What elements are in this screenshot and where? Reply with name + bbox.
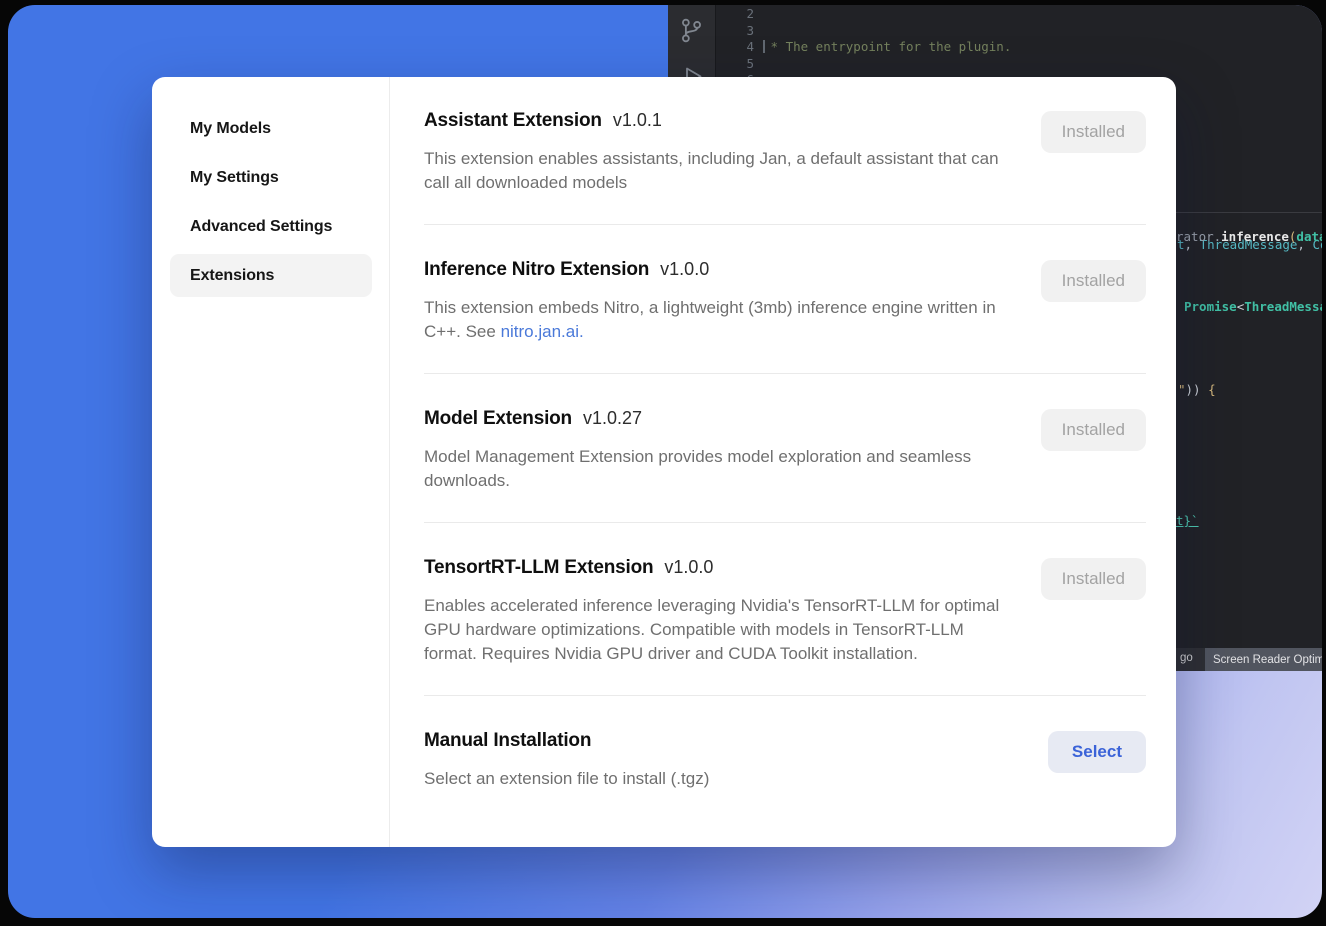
status-bar-text: go [1180,652,1193,664]
code-line-2: * The entrypoint for the plugin. [763,39,1322,56]
extension-version: v1.0.0 [660,259,709,280]
extension-version: v1.0.0 [664,557,713,578]
extension-title: Model Extension [424,408,572,430]
extension-description: Enables accelerated inference leveraging… [424,594,1009,666]
source-control-icon[interactable] [678,17,705,44]
installed-button[interactable]: Installed [1041,558,1146,600]
select-button[interactable]: Select [1048,731,1146,773]
code-fragment-template: t}` [1176,513,1199,528]
sidebar-item-my-models[interactable]: My Models [170,107,372,150]
settings-sidebar: My Models My Settings Advanced Settings … [152,77,390,847]
extension-title: TensortRT-LLM Extension [424,557,653,579]
settings-modal: My Models My Settings Advanced Settings … [152,77,1176,847]
sidebar-item-advanced-settings[interactable]: Advanced Settings [170,205,372,248]
installed-button[interactable]: Installed [1041,409,1146,451]
editor-cursor [763,40,765,53]
code-fragment-brace: ")) { [1178,382,1216,397]
extension-row-inference-nitro: Inference Nitro Extension v1.0.0 This ex… [424,224,1146,373]
installed-button[interactable]: Installed [1041,111,1146,153]
extension-version: v1.0.27 [583,408,642,429]
extension-row-tensorrt-llm: TensortRT-LLM Extension v1.0.0 Enables a… [424,522,1146,695]
extension-row-assistant: Assistant Extension v1.0.1 This extensio… [424,77,1146,224]
extension-description: Model Management Extension provides mode… [424,445,1009,493]
extension-version: v1.0.1 [613,110,662,131]
extension-title: Assistant Extension [424,110,602,132]
app-window: 2 3 4 5 6 * The entrypoint for the plugi… [8,5,1322,918]
extension-description: This extension enables assistants, inclu… [424,147,1009,195]
installed-button[interactable]: Installed [1041,260,1146,302]
extension-title: Inference Nitro Extension [424,259,649,281]
extension-description: Select an extension file to install (.tg… [424,767,1009,791]
code-fragment-inference: rator.inference(data)); [1176,229,1322,244]
extension-row-manual-installation: Manual Installation Select an extension … [424,695,1146,820]
extension-title: Manual Installation [424,730,591,752]
nitro-jan-ai-link[interactable]: nitro.jan.ai. [501,322,584,341]
extension-row-model: Model Extension v1.0.27 Model Management… [424,373,1146,522]
code-fragment-promise: Promise<ThreadMessage> [1184,299,1322,314]
screen-reader-status-item[interactable]: Screen Reader Optimized [1205,648,1322,671]
sidebar-item-my-settings[interactable]: My Settings [170,156,372,199]
sidebar-item-extensions[interactable]: Extensions [170,254,372,297]
extensions-list: Assistant Extension v1.0.1 This extensio… [390,77,1176,847]
extension-description: This extension embeds Nitro, a lightweig… [424,296,1009,344]
